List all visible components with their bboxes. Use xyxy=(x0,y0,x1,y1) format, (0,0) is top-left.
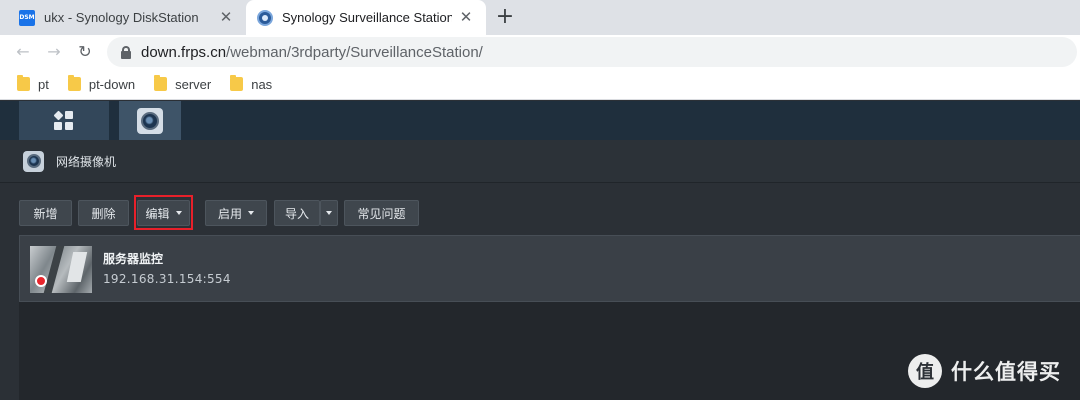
import-button-label: 导入 xyxy=(284,206,309,221)
watermark-text: 什么值得买 xyxy=(951,360,1061,384)
tab-title: Synology Surveillance Station xyxy=(282,10,452,25)
taskbar-surveillance-station[interactable] xyxy=(119,101,181,140)
browser-toolbar: ← → ↻ down.frps.cn/webman/3rdparty/Surve… xyxy=(0,35,1080,69)
import-menu-button[interactable] xyxy=(320,200,338,226)
window-header: 网络摄像机 xyxy=(0,140,1080,183)
enable-button-label: 启用 xyxy=(217,206,242,221)
camera-thumbnail xyxy=(30,246,92,293)
lock-icon[interactable] xyxy=(121,45,131,59)
add-button-label: 新增 xyxy=(33,206,58,221)
address-bar[interactable]: down.frps.cn/webman/3rdparty/Surveillanc… xyxy=(107,37,1077,67)
browser-tab-surveillance[interactable]: Synology Surveillance Station ✕ xyxy=(246,0,486,35)
delete-button-label: 删除 xyxy=(91,206,116,221)
camera-list-item[interactable]: 服务器监控 192.168.31.154:554 xyxy=(19,235,1080,302)
chevron-down-icon xyxy=(326,211,332,215)
main-menu-button[interactable] xyxy=(19,101,109,140)
url-path: /webman/3rdparty/SurveillanceStation/ xyxy=(226,43,483,61)
import-button[interactable]: 导入 xyxy=(274,200,320,226)
bookmark-label: nas xyxy=(251,76,273,92)
camera-icon xyxy=(23,150,44,172)
back-icon[interactable]: ← xyxy=(11,40,35,64)
enable-dropdown-button[interactable]: 启用 xyxy=(205,200,267,226)
window-title: 网络摄像机 xyxy=(56,154,117,169)
folder-icon xyxy=(154,75,168,91)
dsm-taskbar xyxy=(0,101,1080,140)
new-tab-button[interactable]: + xyxy=(492,4,518,30)
reload-icon[interactable]: ↻ xyxy=(73,40,97,64)
dsm-icon: DSM xyxy=(19,9,35,26)
url-host: down.frps.cn xyxy=(141,43,227,61)
bookmark-label: pt-down xyxy=(88,76,136,92)
tab-title: ukx - Synology DiskStation xyxy=(44,10,199,25)
forward-icon[interactable]: → xyxy=(42,40,66,64)
faq-button-label: 常见问题 xyxy=(357,206,406,221)
watermark-logo-icon: 值 xyxy=(908,354,942,388)
folder-icon xyxy=(230,75,244,91)
close-icon[interactable]: ✕ xyxy=(218,9,234,25)
close-icon[interactable]: ✕ xyxy=(458,9,474,25)
bookmark-nas[interactable]: nas xyxy=(230,75,273,92)
chevron-down-icon xyxy=(248,211,254,215)
browser-tab-diskstation[interactable]: DSM ukx - Synology DiskStation ✕ xyxy=(0,0,246,35)
bookmarks-bar: pt pt-down server nas xyxy=(0,69,1080,100)
folder-icon xyxy=(17,75,30,91)
bookmark-pt[interactable]: pt xyxy=(17,75,49,92)
edit-highlight-box xyxy=(134,195,193,230)
bookmark-pt-down[interactable]: pt-down xyxy=(67,75,136,92)
surveillance-station-icon xyxy=(257,9,273,26)
watermark: 值 什么值得买 xyxy=(908,354,1061,388)
bookmark-label: pt xyxy=(38,76,49,92)
recording-status-icon xyxy=(35,275,47,287)
camera-name: 服务器监控 xyxy=(103,252,164,266)
url-text: down.frps.cn/webman/3rdparty/Surveillanc… xyxy=(141,44,483,61)
faq-button[interactable]: 常见问题 xyxy=(344,200,419,226)
bookmark-label: server xyxy=(175,76,212,92)
browser-tab-strip: DSM ukx - Synology DiskStation ✕ Synolog… xyxy=(0,0,1080,35)
add-button[interactable]: 新增 xyxy=(19,200,72,226)
main-menu-grid-icon xyxy=(53,110,74,131)
bookmark-server[interactable]: server xyxy=(154,75,212,92)
camera-icon xyxy=(137,107,163,134)
camera-address: 192.168.31.154:554 xyxy=(103,272,231,286)
delete-button[interactable]: 删除 xyxy=(78,200,129,226)
folder-icon xyxy=(67,75,81,91)
